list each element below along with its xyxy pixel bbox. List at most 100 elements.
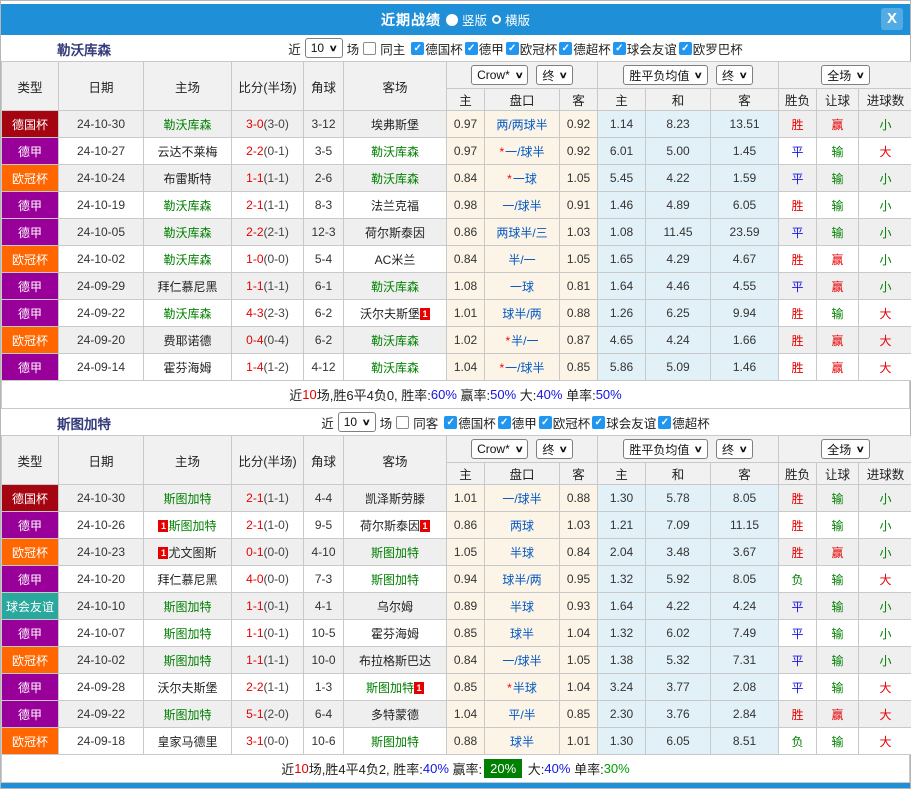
away-odds-cell: 0.87: [560, 327, 598, 354]
checkbox-checked-icon[interactable]: ✓: [658, 416, 671, 429]
checkbox-checked-icon[interactable]: ✓: [592, 416, 605, 429]
away-odds-cell: 1.05: [560, 165, 598, 192]
away-odds-cell: 0.84: [560, 539, 598, 566]
handicap-result-cell: 赢: [817, 354, 859, 381]
avg-away-cell: 1.46: [711, 354, 779, 381]
away-odds-cell: 0.81: [560, 273, 598, 300]
scope-group-header: 全场∨: [779, 436, 911, 463]
away-team-name: 沃尔夫斯堡: [360, 307, 420, 321]
checkbox-checked-icon[interactable]: ✓: [411, 42, 424, 55]
checkbox-checked-icon[interactable]: ✓: [539, 416, 552, 429]
col-odds-away: 客: [560, 89, 598, 111]
away-odds-cell: 0.93: [560, 593, 598, 620]
avg-draw-cell: 7.09: [646, 512, 711, 539]
avg-draw-cell: 6.25: [646, 300, 711, 327]
league-filter[interactable]: ✓球会友谊: [613, 39, 677, 58]
date-cell: 24-10-27: [59, 138, 144, 165]
match-row: 德甲24-10-05勒沃库森2-2(2-1)12-3荷尔斯泰因0.86两球半/三…: [2, 219, 911, 246]
score-cell: 2-1(1-0): [232, 512, 304, 539]
home-team-name: 拜仁慕尼黑: [157, 573, 217, 587]
halftime-score: (0-0): [264, 545, 289, 559]
league-filter[interactable]: ✓德国杯: [444, 413, 496, 432]
col-date: 日期: [59, 62, 144, 111]
fulltime-score: 2-2: [246, 680, 263, 694]
type-cell: 球会友谊: [2, 593, 59, 620]
result-cell: 胜: [779, 327, 817, 354]
away-team-cell: 多特蒙德: [344, 701, 447, 728]
handicap-value: 半/一: [508, 253, 535, 267]
league-filter[interactable]: ✓欧冠杯: [539, 413, 591, 432]
avg-group-header: 胜平负均值∨ 终∨: [598, 62, 779, 89]
halftime-score: (0-1): [264, 626, 289, 640]
league-filter[interactable]: ✓欧冠杯: [506, 39, 558, 58]
chevron-down-icon: ∨: [694, 444, 703, 455]
score-cell: 0-4(0-4): [232, 327, 304, 354]
away-odds-cell: 1.03: [560, 219, 598, 246]
league-filter[interactable]: ✓德甲: [498, 413, 537, 432]
radio-unselected-icon: [492, 15, 501, 24]
home-team-cell: 云达不莱梅: [144, 138, 232, 165]
league-filter[interactable]: ✓欧罗巴杯: [679, 39, 743, 58]
league-filter[interactable]: ✓德超杯: [559, 39, 611, 58]
handicap-cell: 一/球半: [485, 485, 560, 512]
red-card-badge: 1: [158, 547, 168, 559]
goals-cell: 大: [859, 701, 911, 728]
recent-count-select[interactable]: 10 ∨: [305, 38, 343, 58]
halftime-score: (0-1): [264, 599, 289, 613]
goals-cell: 小: [859, 165, 911, 192]
checkbox-checked-icon[interactable]: ✓: [498, 416, 511, 429]
odds-stage-select[interactable]: 终∨: [536, 65, 573, 85]
same-venue-checkbox[interactable]: [363, 42, 376, 55]
scope-select[interactable]: 全场∨: [821, 65, 870, 85]
checkbox-checked-icon[interactable]: ✓: [679, 42, 692, 55]
handicap-result-cell: 输: [817, 647, 859, 674]
type-cell: 欧冠杯: [2, 327, 59, 354]
avg-type-select[interactable]: 胜平负均值∨: [623, 439, 708, 459]
close-button[interactable]: X: [881, 8, 903, 30]
result-cell: 平: [779, 593, 817, 620]
home-odds-cell: 1.01: [447, 300, 485, 327]
checkbox-checked-icon[interactable]: ✓: [613, 42, 626, 55]
result-cell: 负: [779, 728, 817, 755]
type-cell: 德甲: [2, 674, 59, 701]
avg-type-select[interactable]: 胜平负均值∨: [623, 65, 708, 85]
checkbox-checked-icon[interactable]: ✓: [444, 416, 457, 429]
handicap-result-cell: 赢: [817, 111, 859, 138]
checkbox-checked-icon[interactable]: ✓: [559, 42, 572, 55]
avg-stage-select[interactable]: 终∨: [716, 439, 753, 459]
home-team-name: 斯图加特: [163, 600, 211, 614]
fulltime-score: 1-1: [246, 599, 263, 613]
type-cell: 德甲: [2, 138, 59, 165]
avg-stage-select[interactable]: 终∨: [716, 65, 753, 85]
type-cell: 德甲: [2, 701, 59, 728]
radio-selected-icon: [446, 14, 458, 26]
league-filter[interactable]: ✓德甲: [465, 39, 504, 58]
corner-cell: 8-3: [304, 192, 344, 219]
scope-select[interactable]: 全场∨: [821, 439, 870, 459]
odds-stage-select[interactable]: 终∨: [536, 439, 573, 459]
score-cell: 3-1(0-0): [232, 728, 304, 755]
league-filter[interactable]: ✓德国杯: [411, 39, 463, 58]
recent-count-select[interactable]: 10 ∨: [338, 412, 376, 432]
corner-cell: 6-4: [304, 701, 344, 728]
avg-away-cell: 23.59: [711, 219, 779, 246]
checkbox-checked-icon[interactable]: ✓: [465, 42, 478, 55]
avg-draw-cell: 4.22: [646, 165, 711, 192]
score-cell: 2-2(1-1): [232, 674, 304, 701]
league-filter[interactable]: ✓德超杯: [658, 413, 710, 432]
checkbox-checked-icon[interactable]: ✓: [506, 42, 519, 55]
bookmaker-select[interactable]: Crow*∨: [471, 65, 528, 85]
date-cell: 24-10-20: [59, 566, 144, 593]
radio-portrait[interactable]: 竖版: [446, 10, 487, 29]
home-team-cell: 斯图加特: [144, 485, 232, 512]
same-venue-checkbox[interactable]: [396, 416, 409, 429]
handicap-cell: 一/球半: [485, 192, 560, 219]
handicap-result-cell: 输: [817, 728, 859, 755]
bookmaker-select[interactable]: Crow*∨: [471, 439, 528, 459]
summary-segment: 单率:: [562, 385, 595, 404]
radio-landscape[interactable]: 横版: [492, 10, 530, 29]
league-filter[interactable]: ✓球会友谊: [592, 413, 656, 432]
col-avg-home: 主: [598, 89, 646, 111]
match-row: 德甲24-09-28沃尔夫斯堡2-2(1-1)1-3斯图加特10.85*半球1.…: [2, 674, 911, 701]
handicap-result-cell: 输: [817, 192, 859, 219]
